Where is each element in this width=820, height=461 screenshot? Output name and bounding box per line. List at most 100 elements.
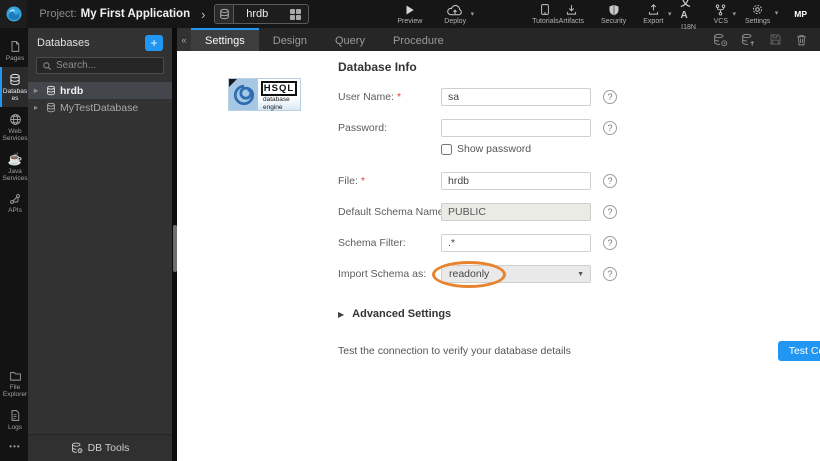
database-icon <box>46 102 56 113</box>
username-input[interactable] <box>441 88 591 106</box>
database-info-form: Database Info User Name:* ? Password: ? … <box>338 60 798 361</box>
help-icon[interactable]: ? <box>603 90 617 104</box>
i18n-button[interactable]: 文A I18N <box>681 0 697 31</box>
delete-database-icon[interactable] <box>795 33 808 47</box>
advanced-settings-toggle[interactable]: ▶ Advanced Settings <box>338 308 798 320</box>
file-input[interactable] <box>441 172 591 190</box>
sidebar-item-java-services[interactable]: ☕ Java Services <box>0 147 28 187</box>
help-icon[interactable]: ? <box>603 236 617 250</box>
hsql-logo-name: HSQL <box>261 81 297 96</box>
globe-icon <box>9 113 22 126</box>
section-title: Database Info <box>338 60 798 74</box>
tree-item-mytestdatabase[interactable]: ▸ MyTestDatabase <box>28 99 172 116</box>
rail-spacer <box>0 219 28 364</box>
sidebar-item-databases[interactable]: Databases <box>0 67 28 107</box>
db-tools-label: DB Tools <box>88 442 130 454</box>
db-tools-button[interactable]: DB Tools <box>28 434 172 461</box>
play-icon <box>403 4 416 16</box>
search-input[interactable] <box>56 60 158 71</box>
editor-tabstrip: « Settings Design Query Procedure <box>177 28 820 51</box>
chevron-right-icon[interactable]: › <box>201 7 205 22</box>
hsql-swirl-icon <box>229 79 258 110</box>
tutorials-button[interactable]: Tutorials <box>532 3 559 25</box>
password-label: Password: <box>338 122 441 134</box>
schema-filter-row: Schema Filter: ? <box>338 234 798 252</box>
test-connection-row: Test the connection to verify your datab… <box>338 341 820 361</box>
topbar-right-actions: Artifacts Security Export ▾ 文A I18N VCS … <box>559 0 820 31</box>
tutorials-icon <box>539 3 551 16</box>
db-tools-icon <box>71 442 83 454</box>
export-database-icon[interactable] <box>741 33 756 47</box>
tab-procedure[interactable]: Procedure <box>379 28 458 51</box>
schema-filter-label: Schema Filter: <box>338 237 441 249</box>
sidebar-item-apis[interactable]: APIs <box>0 187 28 219</box>
sidebar-item-pages[interactable]: Pages <box>0 34 28 67</box>
settings-button[interactable]: Settings ▾ <box>745 3 770 25</box>
topbar: Project: My First Application › hrdb Pre… <box>0 0 820 28</box>
preview-button[interactable]: Preview <box>397 4 422 25</box>
show-password-checkbox[interactable] <box>441 144 452 155</box>
tree-item-label: MyTestDatabase <box>60 102 138 114</box>
help-icon[interactable]: ? <box>603 205 617 219</box>
import-schema-label: Import Schema as: <box>338 268 441 280</box>
sidebar-item-logs[interactable]: Logs <box>0 403 28 436</box>
username-row: User Name:* ? <box>338 88 798 106</box>
search-icon <box>42 61 52 71</box>
caret-down-icon: ▾ <box>471 10 475 18</box>
file-label: File:* <box>338 175 441 187</box>
tree-item-hrdb[interactable]: ▸ hrdb <box>28 82 172 99</box>
more-options-button[interactable]: ••• <box>0 436 28 461</box>
wavemaker-logo-icon[interactable] <box>0 0 27 28</box>
test-connection-hint: Test the connection to verify your datab… <box>338 345 571 357</box>
tree-caret-icon[interactable]: ▸ <box>34 86 44 95</box>
help-icon[interactable]: ? <box>603 121 617 135</box>
tab-settings[interactable]: Settings <box>191 28 259 51</box>
required-asterisk: * <box>397 91 401 103</box>
database-icon <box>46 85 56 96</box>
test-connection-button[interactable]: Test Connection <box>778 341 820 361</box>
default-schema-input <box>441 203 591 221</box>
user-avatar[interactable]: MP <box>791 4 810 24</box>
grid-icon[interactable] <box>290 9 301 20</box>
database-icon <box>9 73 21 86</box>
vcs-button[interactable]: VCS ▾ <box>714 4 728 25</box>
project-name: My First Application <box>81 8 190 20</box>
dropdown-caret-icon: ▼ <box>577 271 590 278</box>
reimport-database-icon[interactable] <box>713 33 728 47</box>
open-artifact-tab-hrdb[interactable]: hrdb <box>214 4 309 24</box>
database-search[interactable] <box>36 57 164 74</box>
security-button[interactable]: Security <box>601 4 626 25</box>
tab-design[interactable]: Design <box>259 28 321 51</box>
page-icon <box>9 40 21 53</box>
password-input[interactable] <box>441 119 591 137</box>
coffee-icon: ☕ <box>8 153 23 166</box>
expand-caret-icon: ▶ <box>338 310 344 319</box>
schema-filter-input[interactable] <box>441 234 591 252</box>
sidebar-item-web-services[interactable]: Web Services <box>0 107 28 147</box>
show-password-label: Show password <box>457 143 531 155</box>
collapse-panel-button[interactable]: « <box>177 28 191 51</box>
tree-caret-icon[interactable]: ▸ <box>34 103 44 112</box>
add-database-button[interactable]: + <box>145 35 163 51</box>
upload-icon <box>647 4 660 16</box>
shield-icon <box>608 4 620 16</box>
help-icon[interactable]: ? <box>603 174 617 188</box>
app-window: Project: My First Application › hrdb Pre… <box>0 0 820 461</box>
gear-icon <box>751 3 764 16</box>
save-icon[interactable] <box>769 33 782 46</box>
active-artifact-underline <box>190 28 255 31</box>
export-button[interactable]: Export ▾ <box>643 4 663 25</box>
databases-panel: Databases + ▸ hrdb ▸ MyTestDatabase DB T… <box>28 28 172 461</box>
scrollbar-thumb[interactable] <box>173 225 177 272</box>
import-schema-select[interactable]: readonly ▼ <box>441 265 591 283</box>
left-icon-rail: Pages Databases Web Services ☕ Java Serv… <box>0 28 28 461</box>
project-label: Project: <box>39 8 76 20</box>
content-scrollbar[interactable] <box>172 28 177 461</box>
required-asterisk: * <box>361 175 365 187</box>
tab-query[interactable]: Query <box>321 28 379 51</box>
help-icon[interactable]: ? <box>603 267 617 281</box>
artifacts-button[interactable]: Artifacts <box>559 4 584 25</box>
sidebar-item-file-explorer[interactable]: File Explorer <box>0 364 28 403</box>
hsql-logo-sub1: database <box>261 97 297 104</box>
deploy-button[interactable]: Deploy ▾ <box>444 4 466 25</box>
